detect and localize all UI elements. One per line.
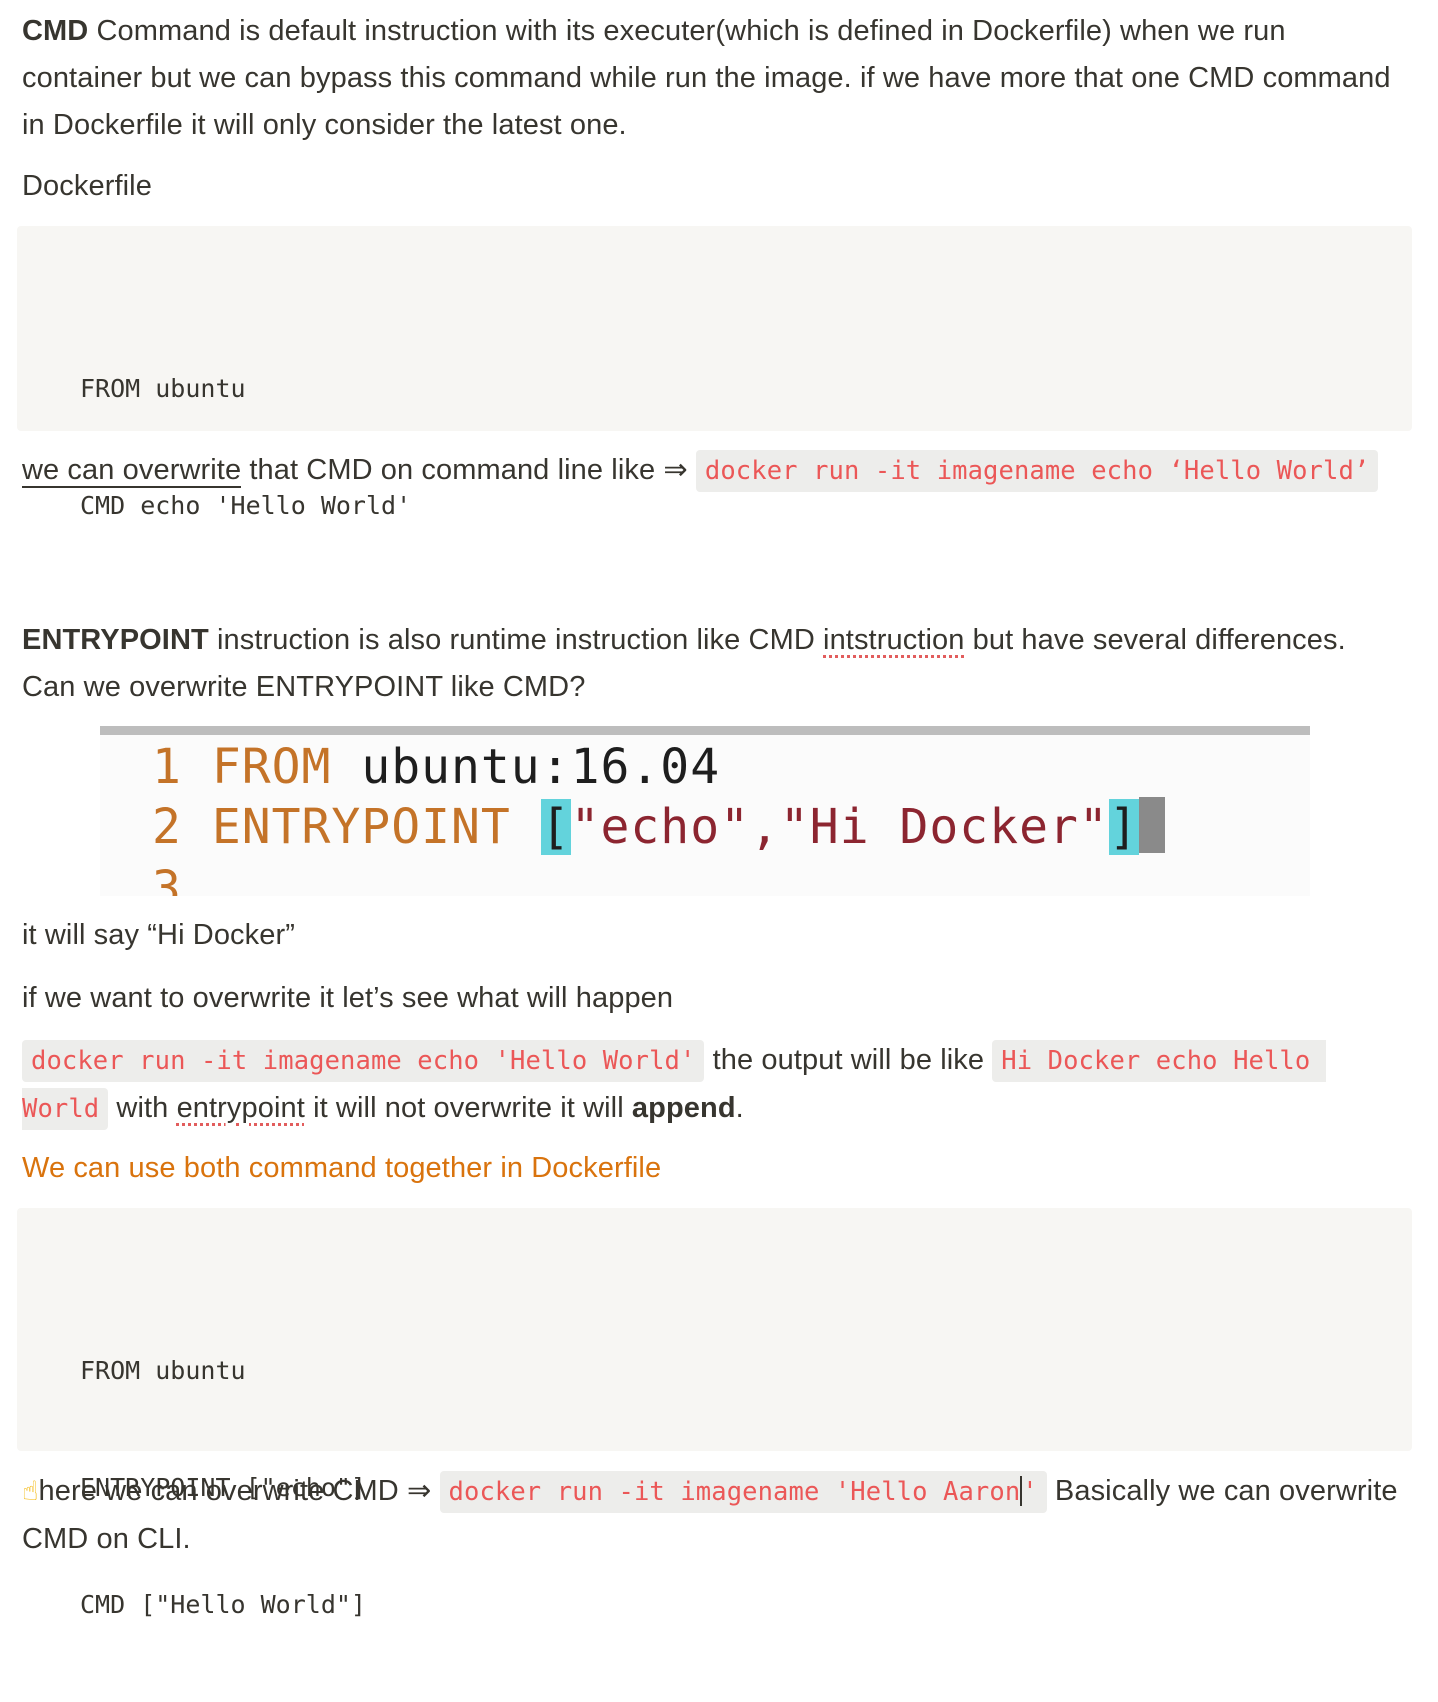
entrypoint-text-a: instruction is also runtime instruction …: [208, 624, 824, 656]
keyword: ENTRYPOINT: [211, 799, 511, 855]
overwrite-cmd-paragraph[interactable]: we can overwrite that CMD on command lin…: [22, 447, 1407, 495]
entrypoint-bold-term: ENTRYPOINT: [22, 624, 209, 656]
dockerfile-editor-image: 1 FROM ubuntu:16.04 2 ENTRYPOINT ["echo"…: [100, 726, 1310, 896]
editor-line-1: 1 FROM ubuntu:16.04: [152, 736, 720, 798]
output-text: the output will be like: [704, 1044, 993, 1076]
misspelled-word: intstruction: [823, 624, 965, 656]
editor-top-bar: [100, 726, 1310, 735]
pointing-up-icon: ☝: [22, 1476, 39, 1507]
code-line: FROM ubuntu: [80, 374, 246, 403]
overwrite-cmd-cli-paragraph[interactable]: ☝here we can overwrite CMD ⇒ docker run …: [22, 1468, 1407, 1563]
bracket-open: [: [540, 799, 571, 855]
with-text: with: [108, 1092, 177, 1124]
line-number: 1: [152, 739, 182, 795]
image-name: ubuntu:16.04: [361, 739, 721, 795]
editor-line-3: 3: [152, 858, 182, 896]
overwrite-attempt-paragraph[interactable]: if we want to overwrite it let’s see wha…: [22, 975, 1407, 1022]
editor-cursor: [1138, 797, 1165, 853]
editor-line-2: 2 ENTRYPOINT ["echo","Hi Docker"]: [152, 796, 1165, 858]
code-line: FROM ubuntu: [80, 1356, 246, 1385]
cmd-description-text: Command is default instruction with its …: [22, 15, 1391, 141]
overwrite-text: that CMD on command line like ⇒: [241, 454, 696, 486]
inline-code-docker-run-echo: docker run -it imagename echo 'Hello Wor…: [22, 1040, 705, 1082]
bracket-close: ]: [1108, 799, 1139, 855]
append-paragraph[interactable]: docker run -it imagename echo 'Hello Wor…: [22, 1037, 1407, 1133]
inline-code-text: docker run -it imagename 'Hello Aaron: [448, 1477, 1021, 1507]
inline-code-docker-run: docker run -it imagename echo ‘Hello Wor…: [695, 450, 1379, 492]
keyword: FROM: [211, 739, 332, 795]
line-number: 3: [152, 861, 182, 896]
misspelled-word: entrypoint: [176, 1092, 305, 1124]
entrypoint-description-paragraph[interactable]: ENTRYPOINT instruction is also runtime i…: [22, 617, 1407, 711]
period: .: [735, 1092, 744, 1124]
underlined-phrase: we can overwrite: [22, 454, 242, 488]
append-text: it will not overwrite it will: [304, 1092, 632, 1124]
hi-docker-paragraph[interactable]: it will say “Hi Docker”: [22, 912, 1407, 959]
dockerfile-code-block-1[interactable]: FROM ubuntu CMD echo 'Hello World': [17, 226, 1412, 520]
code-line: CMD ["Hello World"]: [80, 1590, 366, 1619]
line-number: 2: [152, 799, 182, 855]
cmd-bold-term: CMD: [22, 15, 89, 47]
orange-highlighted-paragraph[interactable]: We can use both command together in Dock…: [22, 1145, 1407, 1192]
inline-code-quote: ': [1022, 1477, 1038, 1507]
dockerfile-label[interactable]: Dockerfile: [22, 163, 1407, 210]
dockerfile-code-block-2[interactable]: FROM ubuntu ENTRYPOINT ["echo"] CMD ["He…: [17, 1208, 1412, 1619]
append-bold: append: [631, 1092, 736, 1124]
cmd-description-paragraph[interactable]: CMD Command is default instruction with …: [22, 8, 1407, 149]
entrypoint-args: "echo","Hi Docker": [570, 799, 1109, 855]
overwrite-cmd-text: here we can overwrite CMD ⇒: [38, 1475, 440, 1507]
inline-code-hello-aaron[interactable]: docker run -it imagename 'Hello Aaron': [439, 1471, 1047, 1513]
